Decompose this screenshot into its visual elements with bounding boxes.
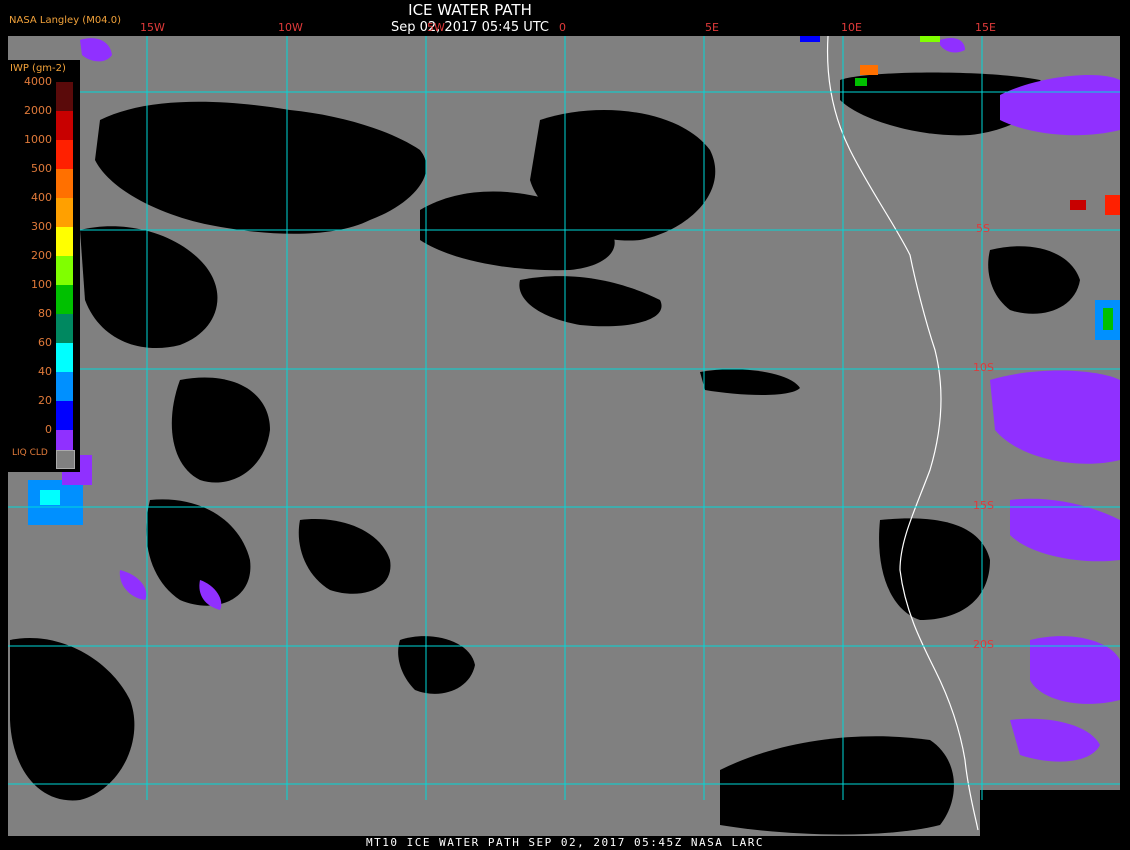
lat-label-10s: 10S (973, 361, 994, 374)
legend-tick: 300 (31, 220, 52, 233)
legend-tick: 20 (38, 394, 52, 407)
lon-label-5e: 5E (705, 21, 719, 34)
legend-title: IWP (gm-2) (10, 63, 66, 74)
legend-swatch (56, 285, 73, 314)
legend-swatch (56, 169, 73, 198)
lon-label-10e: 10E (841, 21, 862, 34)
lat-label-15s: 15S (973, 499, 994, 512)
legend-swatch (56, 198, 73, 227)
legend-swatch (56, 314, 73, 343)
legend-swatch (56, 343, 73, 372)
legend-tick: 4000 (24, 75, 52, 88)
legend-swatch (56, 140, 73, 169)
product-source: NASA Langley (M04.0) (9, 15, 121, 26)
liquid-cloud-label: LIQ CLD (12, 448, 48, 458)
legend-tick: 500 (31, 162, 52, 175)
legend-tick: 40 (38, 365, 52, 378)
footer-caption: MT10 ICE WATER PATH SEP 02, 2017 05:45Z … (365, 836, 764, 849)
legend-swatch (56, 82, 73, 111)
lat-label-5s: 5S (976, 222, 990, 235)
liquid-cloud-label-text: LIQ CLD (12, 448, 48, 458)
legend-tick: 200 (31, 249, 52, 262)
lon-label-0: 0 (559, 21, 566, 34)
lat-label-20s: 20S (973, 638, 994, 651)
legend-tick: 100 (31, 278, 52, 291)
lon-label-5w: 5W (427, 21, 445, 34)
legend-tick: 400 (31, 191, 52, 204)
liquid-cloud-swatch (56, 450, 75, 469)
legend-tick: 2000 (24, 104, 52, 117)
legend-tick: 80 (38, 307, 52, 320)
color-legend: IWP (gm-2) 4000 2000 1000 500 400 300 200 100 80… (8, 60, 80, 472)
lon-label-15e: 15E (975, 21, 996, 34)
legend-tick: 60 (38, 336, 52, 349)
satellite-map (8, 35, 1130, 850)
legend-tick: 1000 (24, 133, 52, 146)
legend-swatch (56, 256, 73, 285)
legend-swatch (56, 227, 73, 256)
legend-swatch (56, 111, 73, 140)
legend-swatch (56, 372, 73, 401)
lon-label-15w: 15W (140, 21, 165, 34)
legend-swatch (56, 401, 73, 430)
lon-label-10w: 10W (278, 21, 303, 34)
map-title: ICE WATER PATH (408, 1, 532, 19)
legend-tick: 0 (45, 423, 52, 436)
